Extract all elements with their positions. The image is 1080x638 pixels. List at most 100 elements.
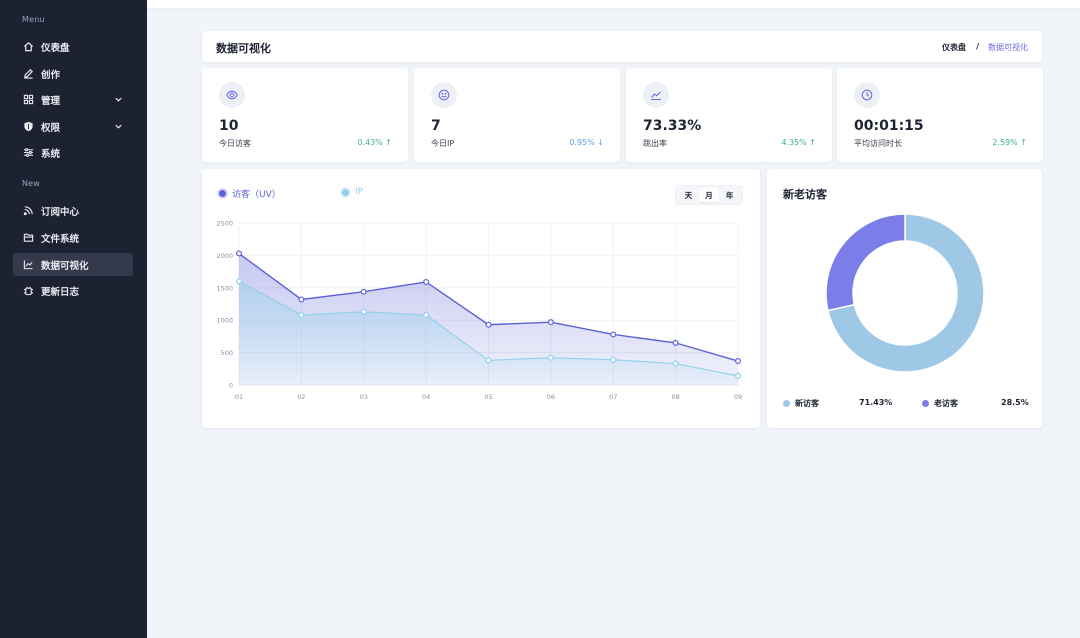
legend-item-new-visitor[interactable]: 新访客 <box>783 398 819 409</box>
period-option-year[interactable]: 年 <box>719 188 740 202</box>
x-tick-label: 07 <box>609 393 617 401</box>
stat-card-bounce-rate: 73.33% 跳出率 4.35% ↑ <box>626 68 832 162</box>
series-uv-point <box>734 358 741 365</box>
sidebar-item-label: 更新日志 <box>41 286 80 298</box>
sidebar-item-dashboard[interactable]: 仪表盘 <box>13 35 133 58</box>
sidebar-item-label: 管理 <box>41 95 61 107</box>
folder-icon <box>23 232 34 243</box>
line-chart-icon <box>23 259 34 270</box>
series-ip-point <box>235 278 242 285</box>
x-tick-label: 09 <box>734 393 742 401</box>
x-tick-label: 01 <box>235 393 243 401</box>
x-tick-label: 08 <box>671 393 679 401</box>
series-ip-point <box>610 356 617 363</box>
stat-value: 7 <box>431 118 441 134</box>
chevron-down-icon <box>115 97 122 102</box>
sidebar-item-data-visualization[interactable]: 数据可视化 <box>13 253 133 276</box>
series-ip-point <box>547 354 554 361</box>
home-icon <box>23 41 34 52</box>
legend-percent: 28.5% <box>1001 398 1029 407</box>
legend-dot <box>219 190 226 197</box>
stat-value: 73.33% <box>643 118 702 134</box>
sidebar-item-label: 系统 <box>41 148 61 160</box>
period-option-month[interactable]: 月 <box>698 188 720 202</box>
series-uv-point <box>298 296 305 303</box>
series-uv-point <box>485 321 492 328</box>
legend-item-uv[interactable]: 访客（UV） <box>219 187 281 200</box>
sidebar-item-label: 仪表盘 <box>41 42 70 54</box>
donut-chart-svg <box>825 213 985 373</box>
legend-label: IP <box>355 187 364 197</box>
slice-old-visitor <box>825 213 906 312</box>
bug-icon <box>23 285 34 296</box>
y-tick-label: 0 <box>229 382 233 390</box>
sidebar-item-manage[interactable]: 管理 <box>13 88 133 111</box>
sidebar-item-label: 数据可视化 <box>41 260 89 272</box>
sliders-icon <box>23 147 34 158</box>
sidebar-item-system[interactable]: 系统 <box>13 141 133 164</box>
stat-label: 今日访客 <box>219 139 251 148</box>
legend-item-ip[interactable]: IP <box>342 187 363 197</box>
y-tick-label: 2000 <box>216 252 233 260</box>
chevron-down-icon <box>115 124 122 129</box>
x-tick-label: 03 <box>360 393 368 401</box>
period-toggle: 天 月 年 <box>675 185 743 205</box>
breadcrumb-current: 数据可视化 <box>988 43 1028 52</box>
y-tick-label: 1500 <box>216 284 233 292</box>
x-tick-label: 05 <box>484 393 492 401</box>
period-option-day[interactable]: 天 <box>678 188 699 202</box>
legend-percent: 71.43% <box>859 398 893 407</box>
edit-icon <box>23 68 34 79</box>
smile-icon <box>431 82 457 108</box>
sidebar-item-changelog[interactable]: 更新日志 <box>13 279 133 302</box>
series-ip-point <box>672 360 679 367</box>
menu-heading: New <box>22 179 41 188</box>
legend-dot <box>922 400 929 407</box>
sidebar-item-label: 权限 <box>41 122 61 134</box>
sidebar-item-create[interactable]: 创作 <box>13 62 133 85</box>
clock-icon <box>854 82 880 108</box>
series-uv-point <box>610 331 617 338</box>
sidebar-item-label: 创作 <box>41 69 61 81</box>
top-bar <box>147 0 1080 8</box>
sidebar-item-permission[interactable]: 权限 <box>13 115 133 138</box>
legend-item-old-visitor[interactable]: 老访客 <box>922 398 958 409</box>
stat-card-visitors: 10 今日访客 0.43% ↑ <box>202 68 408 162</box>
breadcrumb-separator: / <box>976 42 979 51</box>
sidebar-item-label: 订阅中心 <box>41 206 80 218</box>
series-uv-point <box>672 339 679 346</box>
stat-value: 10 <box>219 118 239 134</box>
y-tick-label: 500 <box>221 349 233 357</box>
legend-label: 新访客 <box>795 399 819 408</box>
x-tick-label: 02 <box>297 393 305 401</box>
stat-trend: 0.43% ↑ <box>357 138 392 147</box>
stat-card-avg-duration: 00:01:15 平均访问时长 2.59% ↑ <box>837 68 1043 162</box>
y-tick-label: 1000 <box>216 317 233 325</box>
x-tick-label: 06 <box>547 393 555 401</box>
series-uv-point <box>547 319 554 326</box>
grid-icon <box>23 94 34 105</box>
legend-label: 访客（UV） <box>232 190 281 200</box>
shield-icon <box>23 121 34 132</box>
series-ip-point <box>734 372 741 379</box>
menu-heading: Menu <box>22 15 45 24</box>
rss-icon <box>23 205 34 216</box>
eye-icon <box>219 82 245 108</box>
series-ip-point <box>485 357 492 364</box>
stat-trend: 4.35% ↑ <box>781 138 816 147</box>
page-title: 数据可视化 <box>216 42 271 55</box>
breadcrumb-home[interactable]: 仪表盘 <box>942 42 966 53</box>
legend-label: 老访客 <box>934 399 958 408</box>
x-tick-label: 04 <box>422 393 430 401</box>
stat-label: 今日IP <box>431 139 455 148</box>
sidebar-item-subscription[interactable]: 订阅中心 <box>13 199 133 222</box>
legend-dot <box>783 400 790 407</box>
stat-label: 平均访问时长 <box>854 139 902 148</box>
series-uv-point <box>235 250 242 257</box>
sidebar: Menu 仪表盘 创作 管理 权限 系统 New 订阅中心 文件系统 数据可视化… <box>0 0 147 638</box>
stat-card-ip: 7 今日IP 0.95% ↓ <box>414 68 620 162</box>
sidebar-item-files[interactable]: 文件系统 <box>13 226 133 249</box>
area-chart-svg: 2500 2000 1500 1000 500 001 02 03 04 05 06 07 08 09 <box>216 220 742 402</box>
stat-trend: 2.59% ↑ <box>992 138 1027 147</box>
page-header: 数据可视化 仪表盘 / 数据可视化 <box>202 31 1042 62</box>
